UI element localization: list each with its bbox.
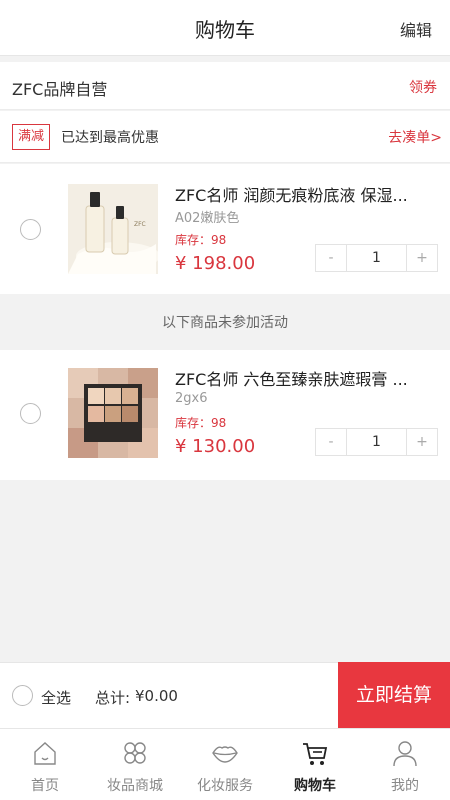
product-price: ¥ 130.00 <box>175 436 256 457</box>
checkout-bar: 全选 总计: ¥0.00 立即结算 <box>0 662 450 729</box>
total-label: 总计: <box>95 689 131 707</box>
product-spec: 2gx6 <box>175 391 208 406</box>
store-row: ZFC品牌自营 领券 <box>0 62 450 110</box>
top-bar: 购物车 编辑 <box>0 0 450 56</box>
increase-button[interactable]: + <box>407 245 437 271</box>
cart-item: ZFC ZFC名师 润颜无痕粉底液 保湿... A02嫩肤色 库存：98 ¥ 1… <box>0 164 450 294</box>
product-stock: 库存：98 <box>175 416 227 430</box>
promo-text: 已达到最高优惠 <box>61 130 159 146</box>
cart-item: ZFC名师 六色至臻亲肤遮瑕膏 ... 2gx6 库存：98 ¥ 130.00 … <box>0 350 450 480</box>
promo-tag: 满减 <box>12 124 51 150</box>
tab-cart[interactable]: 购物车 <box>270 729 360 800</box>
home-icon <box>34 742 56 765</box>
tab-service[interactable]: 化妆服务 <box>180 729 270 800</box>
store-name[interactable]: ZFC品牌自营 <box>12 76 107 100</box>
tab-label: 购物车 <box>294 778 336 794</box>
bottom-tab-bar: 首页 妆品商城 化妆服务 购物车 我的 <box>0 728 450 800</box>
quantity-value[interactable]: 1 <box>346 245 407 271</box>
select-all-radio[interactable] <box>12 685 33 706</box>
section-label: 以下商品未参加活动 <box>162 315 288 331</box>
product-image[interactable] <box>68 368 158 458</box>
tab-home[interactable]: 首页 <box>0 729 90 800</box>
product-stock: 库存：98 <box>175 233 227 247</box>
edit-button[interactable]: 编辑 <box>400 17 432 41</box>
tab-label: 首页 <box>31 778 59 794</box>
lips-icon <box>212 746 238 763</box>
flower-icon <box>124 742 146 764</box>
cart-icon <box>303 743 328 765</box>
checkout-button[interactable]: 立即结算 <box>338 662 450 729</box>
svg-text:ZFC: ZFC <box>134 221 146 228</box>
tab-mall[interactable]: 妆品商城 <box>90 729 180 800</box>
promo-row: 满减 已达到最高优惠 去凑单> <box>0 111 450 163</box>
product-name[interactable]: ZFC名师 六色至臻亲肤遮瑕膏 ... <box>175 366 430 390</box>
item-select-radio[interactable] <box>20 403 41 424</box>
quantity-stepper: - 1 + <box>315 244 438 272</box>
coupon-button[interactable]: 领券 <box>409 77 437 97</box>
decrease-button[interactable]: - <box>316 429 346 455</box>
increase-button[interactable]: + <box>407 429 437 455</box>
tab-label: 我的 <box>391 778 419 794</box>
quantity-value[interactable]: 1 <box>346 429 407 455</box>
tab-mine[interactable]: 我的 <box>360 729 450 800</box>
product-name[interactable]: ZFC名师 润颜无痕粉底液 保湿... <box>175 182 430 206</box>
page-title: 购物车 <box>195 18 255 42</box>
total-value: ¥0.00 <box>135 687 178 705</box>
tab-label: 化妆服务 <box>197 778 253 794</box>
product-spec: A02嫩肤色 <box>175 211 240 226</box>
decrease-button[interactable]: - <box>316 245 346 271</box>
quantity-stepper: - 1 + <box>315 428 438 456</box>
select-all-label[interactable]: 全选 <box>41 687 71 708</box>
user-icon <box>393 741 417 767</box>
item-select-radio[interactable] <box>20 219 41 240</box>
add-more-link[interactable]: 去凑单> <box>388 127 442 147</box>
product-image[interactable]: ZFC <box>68 184 158 274</box>
product-price: ¥ 198.00 <box>175 253 256 274</box>
tab-label: 妆品商城 <box>107 778 163 794</box>
